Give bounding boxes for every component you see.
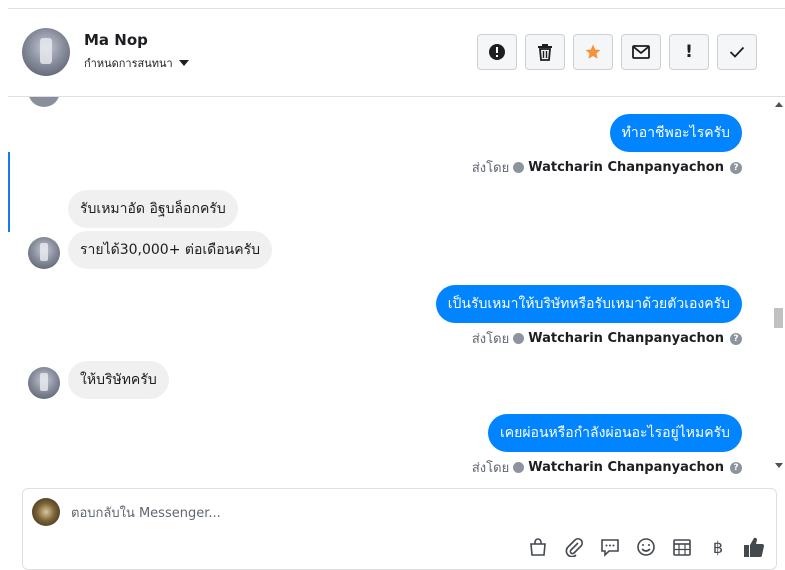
checkmark-icon [729,46,745,58]
composer-tools: ฿ [527,536,765,558]
action-toolbar: ! [477,34,757,70]
thumbs-up-icon[interactable] [743,536,765,558]
sent-by-line: ส่งโดย Watcharin Chanpanyachon ? [472,457,742,475]
sender-name[interactable]: Watcharin Chanpanyachon [528,331,724,346]
envelope-icon [632,45,650,59]
delete-button[interactable] [525,34,565,70]
caret-down-icon [178,60,189,66]
baht-icon[interactable]: ฿ [707,536,729,558]
shopping-bag-icon[interactable] [527,536,549,558]
contact-avatar-small[interactable] [28,367,60,399]
mark-done-button[interactable] [717,34,757,70]
chat-bubble-icon[interactable] [599,536,621,558]
mark-unread-button[interactable] [621,34,661,70]
thread-scrollbar[interactable] [772,97,785,475]
incoming-message[interactable]: รับเหมาอัด อิฐบล็อกครับ [68,190,238,228]
selection-indicator [8,152,10,232]
exclamation-icon: ! [685,42,693,62]
help-icon[interactable]: ? [730,161,742,174]
star-icon [585,44,601,59]
schedule-label: กำหนดการสนทนา [84,57,173,70]
sender-name[interactable]: Watcharin Chanpanyachon [528,460,724,475]
incoming-message[interactable]: รายได้30,000+ ต่อเดือนครับ [68,231,273,269]
sent-by-prefix: ส่งโดย [471,161,510,176]
sent-by-line: ส่งโดย Watcharin Chanpanyachon ? [472,328,742,349]
outgoing-message[interactable]: ทำอาชีพอะไรครับ [609,114,742,152]
emoji-icon[interactable] [635,536,657,558]
outgoing-message[interactable]: เคยผ่อนหรือกำลังผ่อนอะไรอยู่ไหมครับ [488,414,742,452]
alert-circle-icon [489,44,505,60]
page-avatar [32,498,60,526]
trash-icon [538,44,552,61]
reply-input[interactable] [71,503,671,523]
contact-avatar-small[interactable] [28,237,60,269]
messenger-conversation: Ma Nop กำหนดการสนทนา ! ทำอาชีพอะไรครับ ส… [0,0,785,570]
conversation-schedule-dropdown[interactable]: กำหนดการสนทนา [84,54,189,72]
verified-icon [513,462,525,473]
calendar-icon[interactable] [671,536,693,558]
help-icon[interactable]: ? [730,461,742,474]
verified-icon [513,162,525,173]
message-thread[interactable]: ทำอาชีพอะไรครับ ส่งโดย Watcharin Chanpan… [8,97,772,475]
reply-composer: ฿ [22,488,777,570]
sent-by-prefix: ส่งโดย [471,461,510,475]
mark-spam-button[interactable]: ! [669,34,709,70]
contact-avatar[interactable] [22,28,70,76]
conversation-header: Ma Nop กำหนดการสนทนา ! [8,9,785,97]
paperclip-icon[interactable] [563,536,585,558]
scroll-down-arrow-icon[interactable] [775,463,783,468]
star-button[interactable] [573,34,613,70]
sent-by-prefix: ส่งโดย [471,332,510,347]
avatar [28,97,60,107]
sender-name[interactable]: Watcharin Chanpanyachon [528,160,724,175]
incoming-message[interactable]: ให้บริษัทครับ [68,361,169,399]
report-button[interactable] [477,34,517,70]
help-icon[interactable]: ? [730,332,742,345]
verified-icon [513,333,525,344]
scroll-thumb[interactable] [774,308,783,328]
contact-name[interactable]: Ma Nop [84,31,148,49]
scroll-up-arrow-icon[interactable] [775,102,783,107]
sent-by-line: ส่งโดย Watcharin Chanpanyachon ? [472,157,742,178]
outgoing-message[interactable]: เป็นรับเหมาให้บริษัทหรือรับเหมาด้วยตัวเอ… [435,285,742,323]
